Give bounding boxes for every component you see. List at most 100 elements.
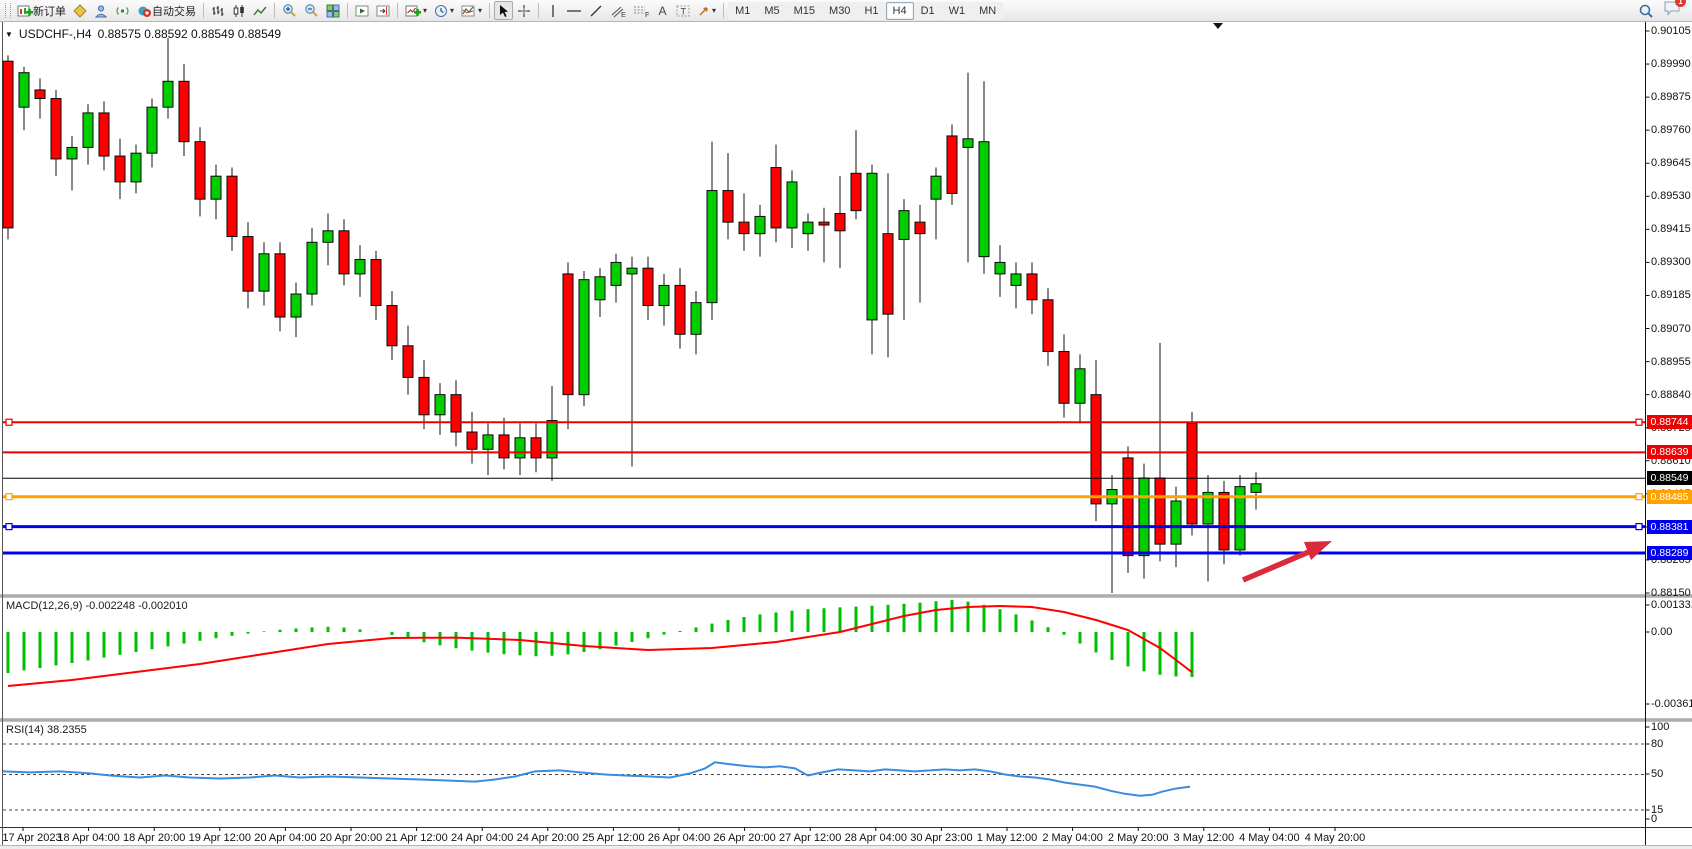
candle-body [1091,395,1101,504]
timeframe-W1[interactable]: W1 [942,2,973,20]
trendline-tool-button[interactable] [586,1,606,20]
zoom-out-button[interactable] [301,1,322,20]
line-handle[interactable] [1636,419,1642,425]
price-axis-tick: 0.89415 [1651,223,1691,235]
price-axis-tick: 0.89760 [1651,124,1691,136]
timeframe-MN[interactable]: MN [972,2,1003,20]
candle-body [675,285,685,334]
candle-body [995,262,1005,273]
vertical-line-icon [548,4,558,18]
price-axis-tick: 0.89070 [1651,323,1691,335]
toolbar-separator [397,3,398,18]
time-axis-label: 30 Apr 23:00 [910,832,972,844]
chart-canvas[interactable] [0,22,1692,849]
price-line-badge: 0.88485 [1647,490,1692,504]
line-handle[interactable] [6,524,12,530]
channel-icon: E [610,4,626,18]
time-axis-label: 26 Apr 20:00 [713,832,775,844]
dropdown-caret: ▾ [450,6,454,15]
search-button[interactable] [1635,1,1657,20]
chart-window[interactable]: ▼ USDCHF-,H4 0.88575 0.88592 0.88549 0.8… [0,22,1692,849]
candle-body [51,99,61,159]
fibonacci-tool-button[interactable]: F [630,1,652,20]
line-handle[interactable] [1636,494,1642,500]
candle-body [1011,274,1021,285]
zoom-out-icon [304,3,319,18]
candle-body [67,147,77,158]
line-handle[interactable] [6,419,12,425]
timeframe-group: M1M5M15M30H1H4D1W1MN [728,2,1003,20]
svg-text:F: F [645,12,649,18]
candle-body [275,254,285,317]
timeframe-H4[interactable]: H4 [886,2,914,20]
toolbar: 新订单 自动交易 ▾ ▾ [0,0,1692,22]
candle-body [979,142,989,257]
candle-body [1251,484,1261,493]
timeframe-M5[interactable]: M5 [757,2,786,20]
line-handle[interactable] [6,494,12,500]
crosshair-tool-button[interactable] [514,1,534,20]
timeframe-M30[interactable]: M30 [822,2,857,20]
candle-body [435,395,445,415]
tile-windows-button[interactable] [323,1,343,20]
signals-button[interactable] [112,1,133,20]
candle-body [563,274,573,395]
candle-body [691,303,701,335]
accounts-button[interactable] [91,1,111,20]
candle-body [387,306,397,346]
auto-scroll-button[interactable] [352,1,372,20]
dropdown-caret: ▾ [712,6,716,15]
chart-title: ▼ USDCHF-,H4 0.88575 0.88592 0.88549 0.8… [5,27,281,41]
text-label-tool-button[interactable]: T [673,1,693,20]
line-handle[interactable] [1636,524,1642,530]
vertical-line-tool-button[interactable] [543,1,562,20]
time-axis-label: 1 May 12:00 [977,832,1038,844]
candle-body [243,237,253,292]
candle-body [851,173,861,210]
zoom-in-button[interactable] [279,1,300,20]
chart-shift-button[interactable] [373,1,393,20]
candle-body [723,191,733,223]
arrows-tool-button[interactable]: ▾ [694,1,719,20]
period-button[interactable]: ▾ [431,1,457,20]
candle-body [35,90,45,99]
line-chart-mode-button[interactable] [250,1,270,20]
time-axis-label: 21 Apr 12:00 [385,832,447,844]
candle-body [1027,274,1037,300]
text-tool-button[interactable]: A [653,1,672,20]
text-label-icon: T [676,4,690,18]
timeframe-D1[interactable]: D1 [914,2,942,20]
candle-body [355,260,365,274]
horizontal-line-tool-button[interactable] [563,1,585,20]
mt4-application: { "toolbar": { "new_order_label": "新订单",… [0,0,1692,849]
new-order-button[interactable]: 新订单 [14,1,69,20]
toolbar-separator [723,3,724,18]
candle-body [1187,423,1197,524]
bar-chart-icon [211,4,225,18]
history-center-button[interactable] [70,1,90,20]
timeframe-M1[interactable]: M1 [728,2,757,20]
svg-text:E: E [621,12,626,18]
candle-body [371,260,381,306]
clock-icon [434,4,448,18]
cursor-tool-button[interactable] [494,1,513,20]
candle-body [1219,492,1229,549]
toolbar-grip[interactable] [5,3,11,18]
collapse-triangle-icon[interactable]: ▼ [5,30,13,39]
chart-shift-icon [376,4,390,18]
candle-body [19,73,29,107]
candle-body [707,191,717,303]
time-axis-label: 28 Apr 04:00 [845,832,907,844]
bar-chart-mode-button[interactable] [208,1,228,20]
chat-button[interactable]: 1 [1663,0,1681,21]
candlestick-mode-button[interactable] [229,1,249,20]
equidistant-channel-tool-button[interactable]: E [607,1,629,20]
auto-trading-button[interactable]: 自动交易 [134,1,199,20]
toolbar-separator [203,3,204,18]
new-chart-button[interactable]: ▾ [402,1,430,20]
timeframe-M15[interactable]: M15 [787,2,822,20]
timeframe-H1[interactable]: H1 [857,2,885,20]
candle-body [291,294,301,317]
indicators-button[interactable]: ▾ [458,1,485,20]
candle-body [339,231,349,274]
